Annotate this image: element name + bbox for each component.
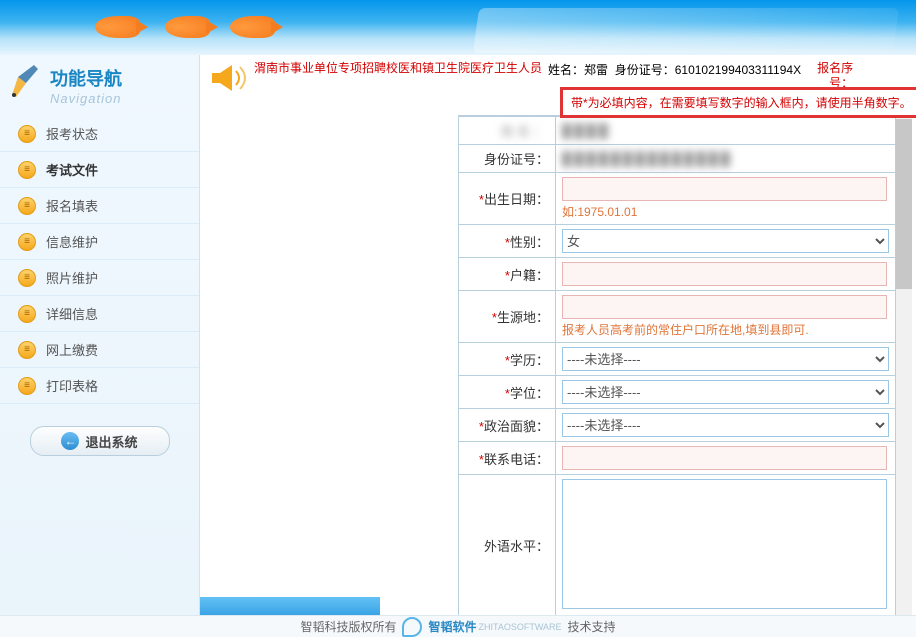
- decorative-strip: [200, 597, 380, 615]
- bullet-icon: ≡: [18, 197, 36, 215]
- nav-label: 网上缴费: [46, 340, 98, 359]
- nav-label: 考试文件: [46, 160, 98, 179]
- fish-icon: [165, 16, 210, 38]
- field-label-birth: *出生日期：: [459, 173, 556, 225]
- nav-subtitle: Navigation: [50, 91, 187, 106]
- nav-item-print-form[interactable]: ≡ 打印表格: [0, 368, 199, 404]
- nav-item-online-pay[interactable]: ≡ 网上缴费: [0, 332, 199, 368]
- copyright-text: 智韬科技版权所有: [300, 618, 396, 635]
- name-value: 郑雷: [584, 63, 608, 77]
- keyboard-decoration: [473, 8, 899, 53]
- field-label-degree: *学位：: [459, 376, 556, 409]
- nav-item-info-maintain[interactable]: ≡ 信息维护: [0, 224, 199, 260]
- bullet-icon: ≡: [18, 161, 36, 179]
- fish-icon: [95, 16, 140, 38]
- field-label-politics: *政治面貌：: [459, 409, 556, 442]
- brand-sub: ZHITAOSOFTWARE: [479, 622, 562, 632]
- phone-input[interactable]: [562, 446, 887, 470]
- birth-date-input[interactable]: [562, 177, 887, 201]
- bullet-icon: ≡: [18, 269, 36, 287]
- nav-label: 详细信息: [46, 304, 98, 323]
- sidebar: 功能导航 Navigation ≡报考状态 ≡考试文件 ≡报名填表 ≡信息维护 …: [0, 55, 200, 615]
- bullet-icon: ≡: [18, 125, 36, 143]
- nav-item-photo-maintain[interactable]: ≡ 照片维护: [0, 260, 199, 296]
- nav-label: 照片维护: [46, 268, 98, 287]
- nav-title: 功能导航: [50, 65, 187, 91]
- nav-label: 报名填表: [46, 196, 98, 215]
- politics-select[interactable]: ----未选择----: [562, 413, 889, 437]
- nav-label: 打印表格: [46, 376, 98, 395]
- origin-input[interactable]: [562, 295, 887, 319]
- field-label-phone: *联系电话：: [459, 442, 556, 475]
- id-value: 610102199403311194X: [675, 63, 801, 77]
- field-label-edu: *学历：: [459, 343, 556, 376]
- degree-select[interactable]: ----未选择----: [562, 380, 889, 404]
- bullet-icon: ≡: [18, 233, 36, 251]
- nav-label: 报考状态: [46, 124, 98, 143]
- scroll-thumb[interactable]: [896, 119, 912, 289]
- language-textarea[interactable]: [562, 479, 887, 609]
- education-select[interactable]: ----未选择----: [562, 347, 889, 371]
- logout-button[interactable]: ← 退出系统: [30, 426, 170, 456]
- fish-icon: [230, 16, 275, 38]
- arrow-left-icon: ←: [61, 432, 79, 450]
- field-label-huji: *户籍：: [459, 258, 556, 291]
- field-label-id: 身份证号：: [459, 145, 556, 173]
- content-area: 渭南市事业单位专项招聘校医和镇卫生院医疗卫生人员 姓名：郑雷 身份证号：6101…: [200, 55, 916, 615]
- bullet-icon: ≡: [18, 341, 36, 359]
- brand-name: 智韬软件: [428, 618, 476, 635]
- logout-label: 退出系统: [85, 432, 137, 451]
- id-label: 身份证号：: [615, 63, 675, 77]
- nav-item-status[interactable]: ≡ 报考状态: [0, 116, 199, 152]
- gender-select[interactable]: 女: [562, 229, 889, 253]
- bullet-icon: ≡: [18, 305, 36, 323]
- birth-hint: 如:1975.01.01: [562, 203, 889, 220]
- id-value-blurred: ██████████████: [562, 151, 733, 166]
- nav-label: 信息维护: [46, 232, 98, 251]
- origin-hint: 报考人员高考前的常住户口所在地,填到县即可.: [562, 321, 889, 338]
- pen-icon: [8, 63, 44, 99]
- field-label-origin: *生源地：: [459, 291, 556, 343]
- company-logo-icon: [402, 617, 422, 637]
- field-label-lang: 外语水平：: [459, 475, 556, 616]
- huji-input[interactable]: [562, 262, 887, 286]
- speaker-icon: [206, 61, 250, 95]
- bullet-icon: ≡: [18, 377, 36, 395]
- form-container: 姓名： ████ 身份证号： ██████████████ *出生日期： 如:1…: [458, 115, 896, 615]
- field-label-gender: *性别：: [459, 225, 556, 258]
- name-label: 姓名：: [548, 63, 584, 77]
- footer: 智韬科技版权所有 智韬软件 ZHITAOSOFTWARE 技术支持: [0, 615, 916, 637]
- nav-item-register-form[interactable]: ≡ 报名填表: [0, 188, 199, 224]
- required-notice-box: 带*为必填内容，在需要填写数字的输入框内，请使用半角数字。: [560, 87, 916, 118]
- nav-item-detail-info[interactable]: ≡ 详细信息: [0, 296, 199, 332]
- name-value-blurred: ████: [562, 123, 611, 138]
- tech-support-link[interactable]: 技术支持: [568, 618, 616, 635]
- scrollbar[interactable]: [896, 115, 912, 615]
- top-banner: [0, 0, 916, 55]
- nav-item-exam-docs[interactable]: ≡ 考试文件: [0, 152, 199, 188]
- field-label-name: 姓名：: [459, 117, 556, 145]
